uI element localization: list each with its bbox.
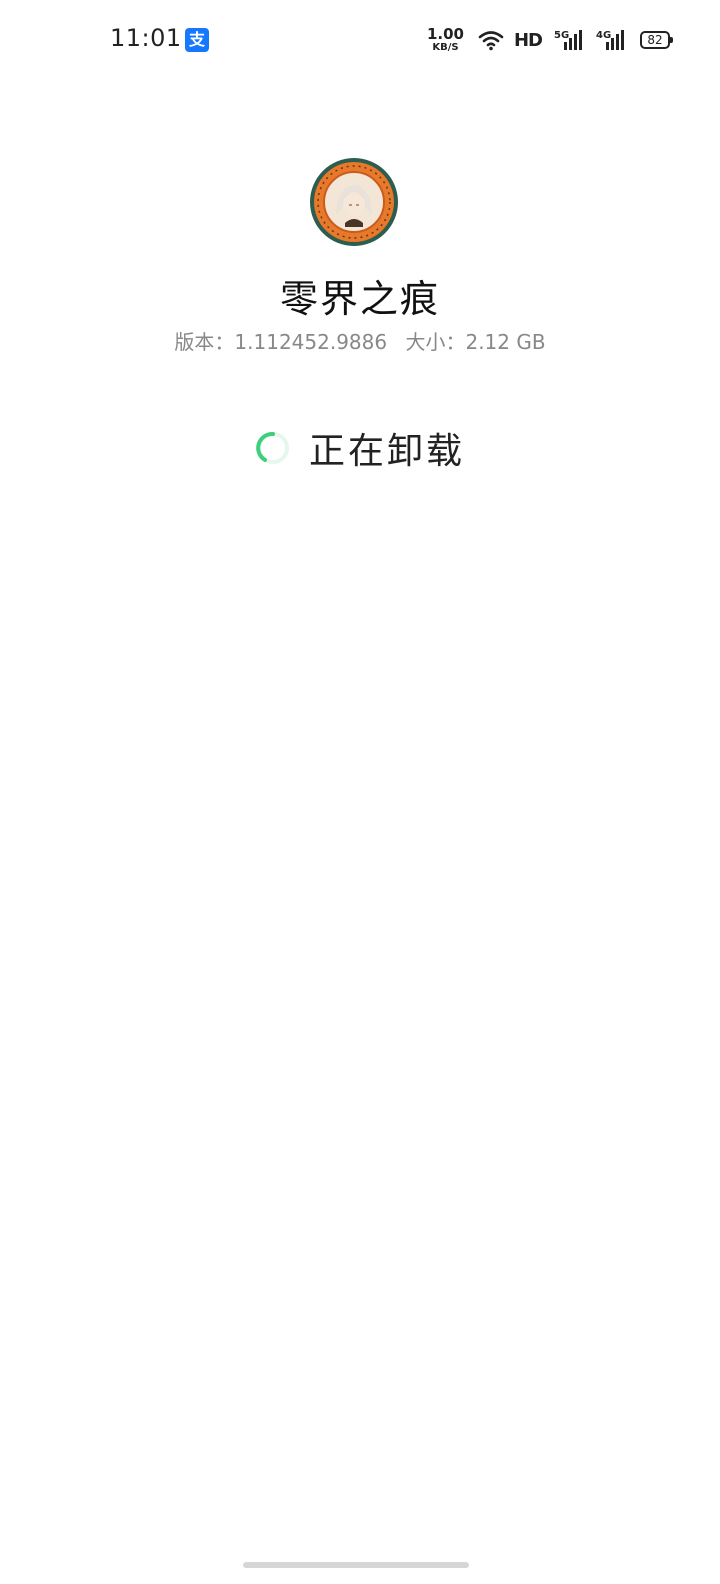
hd-voice-indicator: HD [513, 29, 543, 51]
uninstall-screen: 11:01 支 1.00 KB/S HD 5G 4G 82 零界之痕 版本：1.… [0, 0, 720, 1584]
loading-spinner-icon [255, 430, 291, 466]
wifi-icon [478, 29, 504, 51]
network-speed: 1.00 KB/S [427, 27, 464, 53]
signal-5g-icon: 5G [554, 28, 586, 52]
app-version: 版本：1.112452.9886 [174, 330, 388, 354]
battery-icon: 82 [640, 31, 673, 49]
alipay-icon: 支 [185, 28, 209, 52]
status-time: 11:01 [110, 24, 182, 52]
network-speed-unit: KB/S [432, 42, 459, 53]
app-size: 大小：2.12 GB [405, 330, 546, 354]
status-bar: 11:01 支 1.00 KB/S HD 5G 4G 82 [0, 0, 720, 80]
signal-4g-label: 4G [596, 30, 611, 41]
app-meta: 版本：1.112452.9886 大小：2.12 GB [0, 326, 720, 355]
home-indicator[interactable] [243, 1562, 469, 1568]
status-indicators: 1.00 KB/S HD 5G 4G 82 [427, 26, 673, 54]
signal-4g-icon: 4G [596, 28, 628, 52]
uninstall-status: 正在卸载 [0, 420, 720, 476]
network-speed-value: 1.00 [426, 25, 464, 43]
signal-5g-label: 5G [554, 30, 569, 41]
uninstall-status-text: 正在卸载 [308, 431, 465, 472]
app-icon [309, 157, 399, 247]
app-name: 零界之痕 [279, 277, 440, 321]
